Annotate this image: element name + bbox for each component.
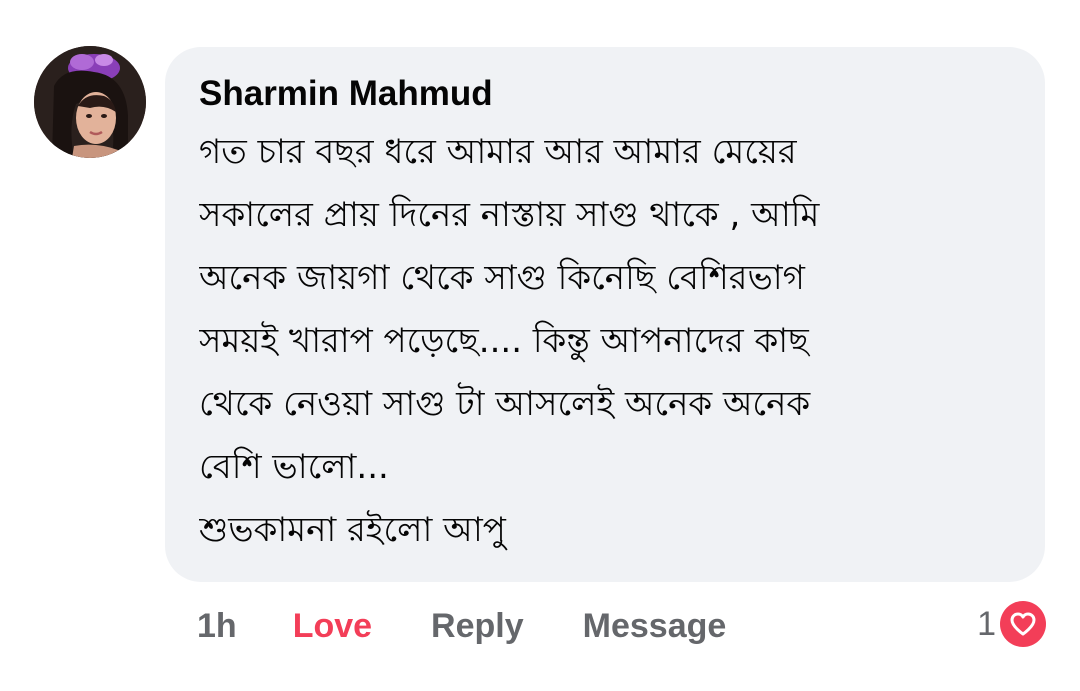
reply-button[interactable]: Reply bbox=[431, 607, 524, 646]
comment-line: শুভকামনা রইলো আপু bbox=[199, 510, 506, 550]
reaction-summary[interactable]: 1 bbox=[977, 598, 1046, 650]
love-button[interactable]: Love bbox=[293, 607, 372, 646]
comment-actions: 1h Love Reply Message bbox=[197, 602, 726, 650]
comment-timestamp[interactable]: 1h bbox=[197, 607, 237, 646]
comment-bubble: Sharmin Mahmud গত চার বছর ধরে আমার আর আম… bbox=[165, 47, 1045, 582]
avatar-image bbox=[34, 46, 146, 158]
comment-line: গত চার বছর ধরে আমার আর আমার মেয়ের bbox=[199, 132, 797, 172]
comment-text: গত চার বছর ধরে আমার আর আমার মেয়ের সকালে… bbox=[199, 121, 1021, 562]
comment-line: সকালের প্রায় দিনের নাস্তায় সাগু থাকে ,… bbox=[199, 195, 820, 235]
reaction-count: 1 bbox=[977, 604, 996, 643]
comment-line: সময়ই খারাপ পড়েছে.... কিন্তু আপনাদের কা… bbox=[199, 321, 809, 361]
avatar[interactable] bbox=[34, 46, 146, 158]
comment-line: থেকে নেওয়া সাগু টা আসলেই অনেক অনেক bbox=[199, 384, 811, 424]
comment-line: অনেক জায়গা থেকে সাগু কিনেছি বেশিরভাগ bbox=[199, 258, 805, 298]
message-button[interactable]: Message bbox=[583, 607, 727, 646]
comment-author[interactable]: Sharmin Mahmud bbox=[199, 73, 1021, 115]
heart-icon bbox=[1000, 601, 1046, 647]
comment-line: বেশি ভালো... bbox=[199, 447, 389, 487]
comment-container: Sharmin Mahmud গত চার বছর ধরে আমার আর আম… bbox=[0, 0, 1080, 691]
